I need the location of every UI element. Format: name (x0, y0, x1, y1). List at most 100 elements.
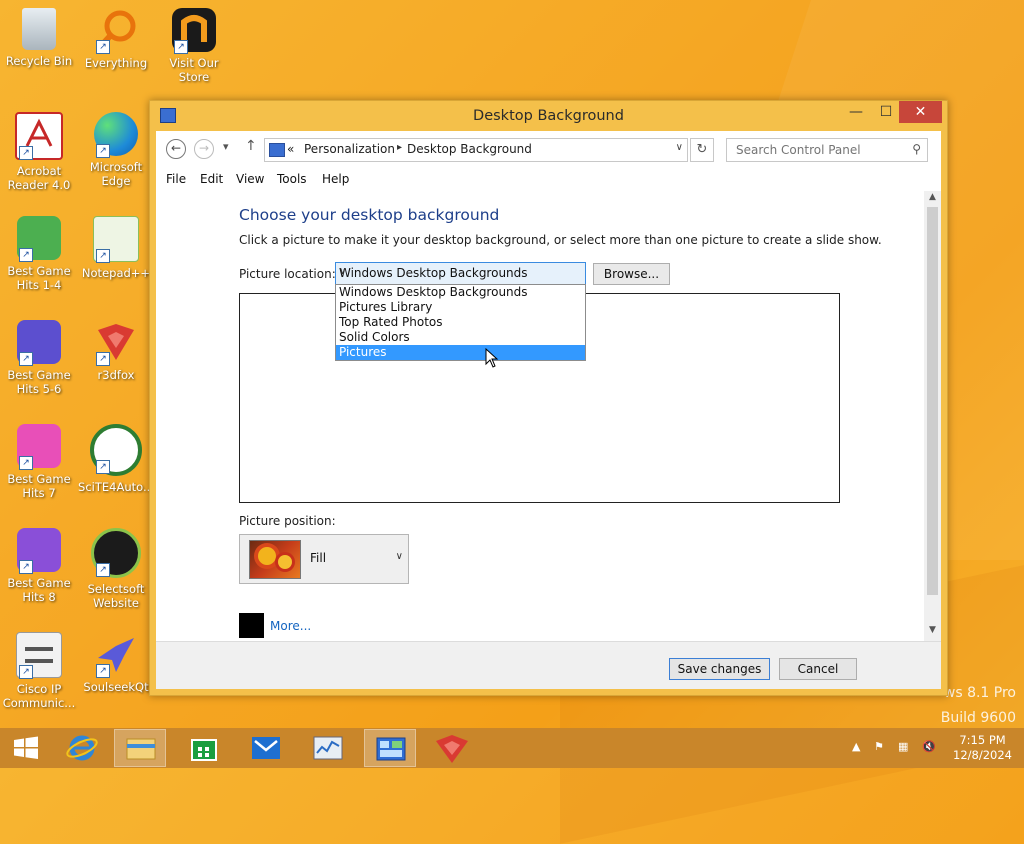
refresh-button[interactable]: ↻ (690, 138, 714, 162)
clock-time: 7:15 PM (959, 733, 1006, 747)
menu-help[interactable]: Help (322, 172, 349, 186)
desktop-icon-best-game-hits-1-4[interactable]: ↗ Best Game Hits 1-4 (1, 216, 77, 292)
shortcut-arrow-icon: ↗ (96, 460, 110, 474)
vertical-scrollbar[interactable]: ▲ ▼ (924, 191, 941, 641)
shortcut-arrow-icon: ↗ (19, 560, 33, 574)
minimize-button[interactable]: — (841, 101, 871, 123)
scroll-down-icon[interactable]: ▼ (924, 625, 941, 639)
desktop-icon-label: Best Game Hits 1-4 (7, 264, 71, 292)
windows-logo-icon (14, 736, 38, 759)
breadcrumb-separator-icon: ▸ (397, 142, 403, 153)
search-box[interactable]: ⚲ (726, 138, 928, 162)
picture-location-label: Picture location: (239, 267, 336, 281)
search-icon[interactable]: ⚲ (912, 142, 921, 156)
taskbar-control-panel[interactable] (364, 729, 416, 767)
desktop-icon-r3dfox[interactable]: ↗ r3dfox (78, 320, 154, 382)
action-center-flag-icon[interactable]: ⚑ (874, 740, 884, 753)
volume-muted-icon[interactable]: 🔇 (922, 740, 936, 753)
breadcrumb-prefix[interactable]: « (287, 142, 294, 156)
title-bar[interactable]: Desktop Background — ☐ ✕ (150, 101, 947, 131)
desktop-icon-label: Visit Our Store (169, 56, 219, 84)
desktop-icon-label: Everything (84, 56, 148, 70)
desktop-icon-microsoft-edge[interactable]: ↗ Microsoft Edge (78, 112, 154, 188)
desktop-icon-visit-our-store[interactable]: ↗ Visit Our Store (156, 8, 232, 84)
save-changes-button[interactable]: Save changes (669, 658, 770, 680)
search-input[interactable] (734, 142, 906, 158)
picture-position-label: Picture position: (239, 514, 336, 528)
browse-button[interactable]: Browse... (593, 263, 670, 285)
show-hidden-icons-chevron-icon[interactable]: ▲ (852, 740, 860, 753)
menu-file[interactable]: File (166, 172, 186, 186)
scrollbar-thumb[interactable] (927, 207, 938, 595)
desktop-icon-best-game-hits-7[interactable]: ↗ Best Game Hits 7 (1, 424, 77, 500)
desktop-icon-label: SciTE4Auto... (78, 480, 154, 494)
taskbar-store[interactable] (178, 729, 230, 767)
control-panel-icon (376, 737, 406, 761)
location-option[interactable]: Top Rated Photos (336, 315, 585, 330)
maximize-button[interactable]: ☐ (871, 101, 901, 123)
shortcut-arrow-icon: ↗ (19, 456, 33, 470)
more-colors-link[interactable]: More... (270, 619, 311, 633)
menu-edit[interactable]: Edit (200, 172, 223, 186)
address-dropdown-chevron-icon[interactable]: ∨ (676, 142, 683, 153)
dice-icon: ↗ (17, 528, 61, 574)
shortcut-arrow-icon: ↗ (96, 144, 110, 158)
location-option[interactable]: Solid Colors (336, 330, 585, 345)
scroll-up-icon[interactable]: ▲ (924, 192, 941, 206)
up-arrow-icon[interactable]: ↑ (245, 138, 257, 154)
dice-icon: ↗ (17, 424, 61, 470)
store-icon: ↗ (172, 8, 216, 54)
shortcut-arrow-icon: ↗ (19, 248, 33, 262)
picture-position-select[interactable]: Fill ∨ (239, 534, 409, 584)
taskbar-file-explorer[interactable] (114, 729, 166, 767)
taskbar-mail[interactable] (240, 729, 292, 767)
address-bar[interactable]: « Personalization ▸ Desktop Background ∨ (264, 138, 688, 162)
location-option[interactable]: Pictures Library (336, 300, 585, 315)
desktop-icon-label: Microsoft Edge (89, 160, 143, 188)
system-clock[interactable]: 7:15 PM 12/8/2024 (953, 733, 1012, 763)
taskbar-internet-explorer[interactable] (56, 729, 108, 767)
breadcrumb-desktop-background[interactable]: Desktop Background (407, 142, 532, 156)
shortcut-arrow-icon: ↗ (174, 40, 188, 54)
store-bag-icon (191, 739, 217, 761)
desktop-icon-label: Selectsoft Website (87, 582, 145, 610)
internet-explorer-icon (66, 735, 98, 761)
close-button[interactable]: ✕ (899, 101, 942, 123)
desktop-icon-soulseekqt[interactable]: ↗ SoulseekQt (78, 632, 154, 694)
menu-view[interactable]: View (236, 172, 264, 186)
desktop-icon-label: Best Game Hits 7 (7, 472, 71, 500)
desktop-icon-everything[interactable]: ↗ Everything (78, 8, 154, 70)
main-content: Choose your desktop background Click a p… (156, 191, 941, 641)
picture-location-select[interactable]: Windows Desktop Backgrounds ∨ (335, 262, 586, 285)
breadcrumb-personalization[interactable]: Personalization (304, 142, 395, 156)
desktop-icon-best-game-hits-8[interactable]: ↗ Best Game Hits 8 (1, 528, 77, 604)
windows-watermark: ws 8.1 Pro (943, 685, 1016, 701)
mail-icon (252, 737, 280, 759)
forward-button[interactable]: → (194, 139, 214, 159)
background-color-swatch[interactable] (239, 613, 264, 638)
control-panel-folder-icon (269, 143, 285, 157)
shortcut-arrow-icon: ↗ (96, 40, 110, 54)
location-option[interactable]: Windows Desktop Backgrounds (336, 285, 585, 300)
desktop-icon-scite4autoit[interactable]: ↗ SciTE4Auto... (78, 424, 154, 494)
network-icon[interactable]: ▦ (898, 740, 908, 753)
menu-tools[interactable]: Tools (277, 172, 307, 186)
dice-icon: ↗ (17, 320, 61, 366)
desktop-icon-label: Acrobat Reader 4.0 (7, 164, 71, 192)
desktop-icon-recycle-bin[interactable]: Recycle Bin (1, 8, 77, 68)
scite-icon: ↗ (90, 424, 142, 476)
location-option-highlighted[interactable]: Pictures (336, 345, 585, 360)
taskbar-r3dfox[interactable] (426, 729, 478, 767)
taskbar-performance-monitor[interactable] (302, 729, 354, 767)
taskbar: ▲ ⚑ ▦ 🔇 7:15 PM 12/8/2024 (0, 728, 1024, 768)
desktop-icon-acrobat[interactable]: ↗ Acrobat Reader 4.0 (1, 112, 77, 192)
desktop-icon-notepad-plus-plus[interactable]: ↗ Notepad++ (78, 216, 154, 280)
desktop-icon-selectsoft[interactable]: ↗ Selectsoft Website (78, 528, 154, 610)
start-button[interactable] (0, 729, 52, 767)
picture-location-dropdown-list: Windows Desktop Backgrounds Pictures Lib… (335, 284, 586, 361)
cancel-button[interactable]: Cancel (779, 658, 857, 680)
desktop-icon-best-game-hits-5-6[interactable]: ↗ Best Game Hits 5-6 (1, 320, 77, 396)
desktop-icon-cisco-ip[interactable]: ↗ Cisco IP Communic... (1, 632, 77, 710)
back-button[interactable]: ← (166, 139, 186, 159)
recent-pages-chevron-icon[interactable]: ▾ (223, 140, 229, 153)
